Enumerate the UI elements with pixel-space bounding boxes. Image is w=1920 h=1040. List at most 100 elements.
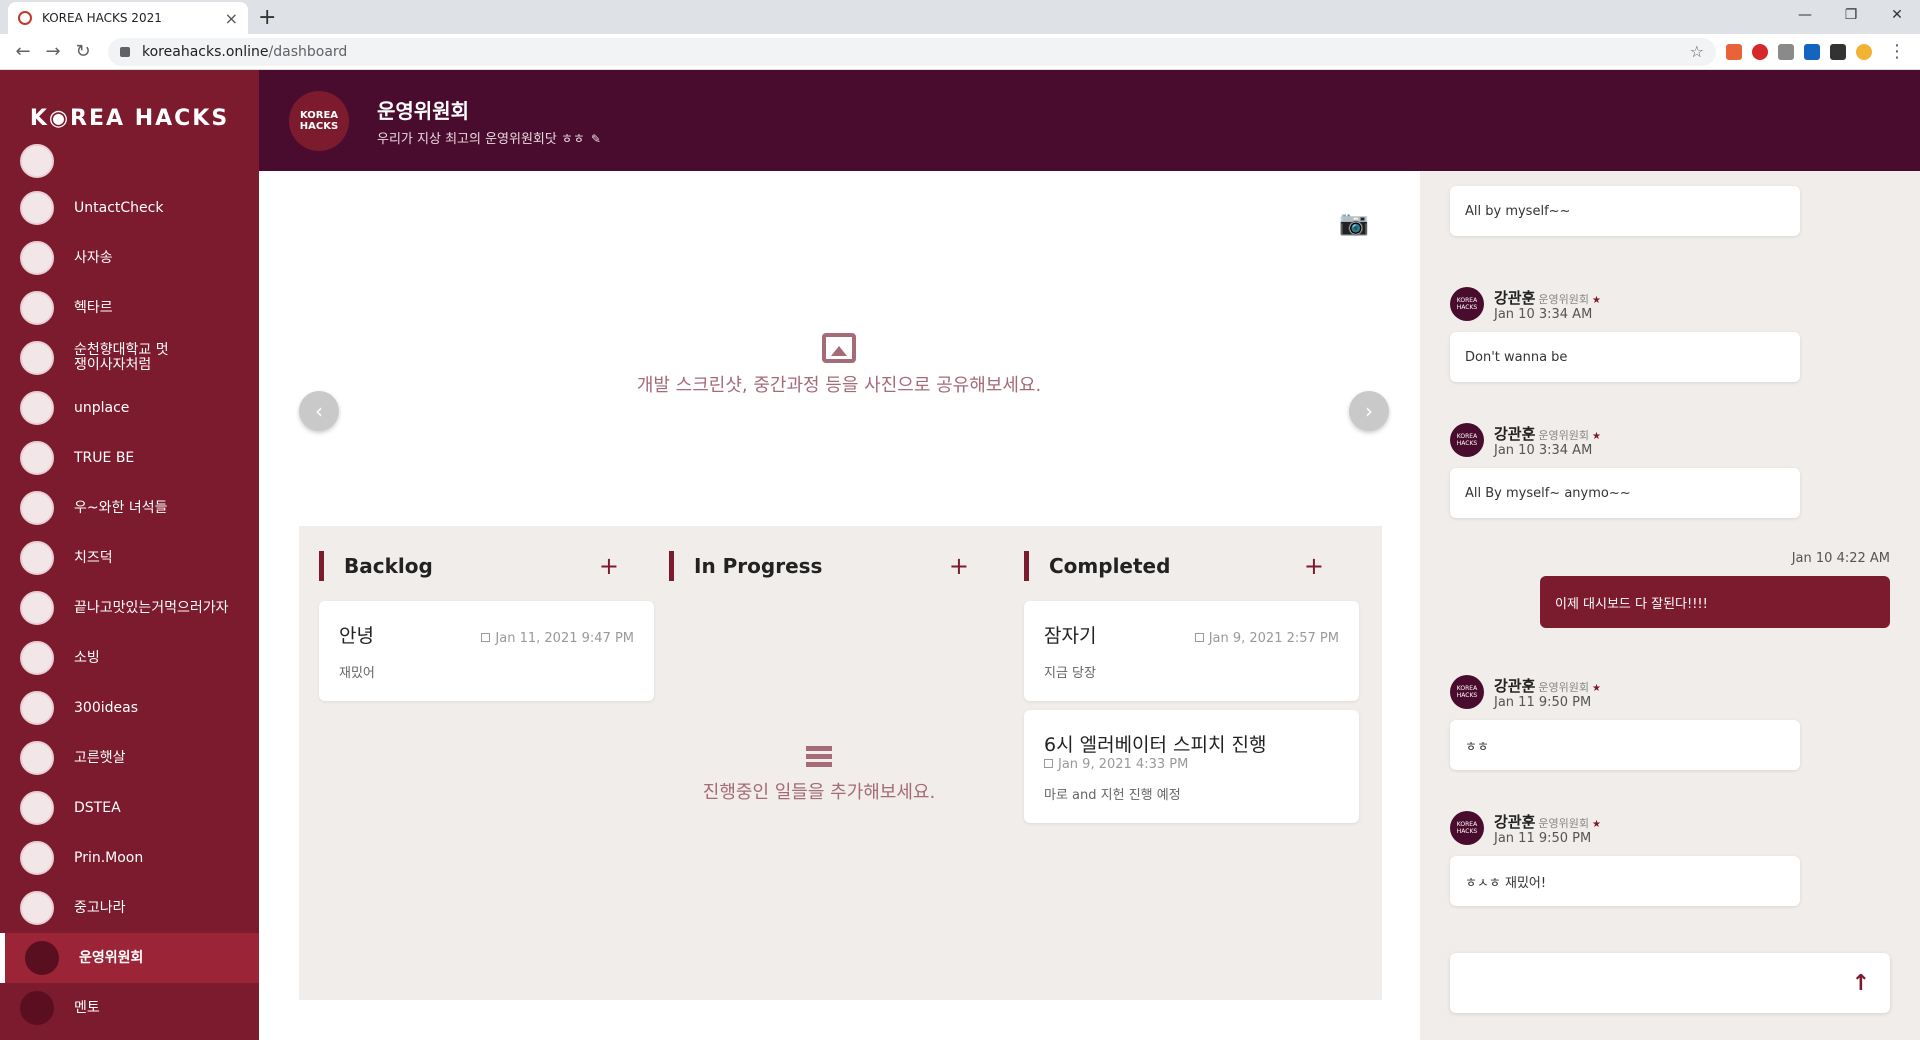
author-avatar: KOREA HACKS (1450, 811, 1484, 845)
team-item[interactable]: 순천향대학교 멋쟁이사자처럼 (0, 333, 259, 383)
main-area: KOREA HACKS 운영위원회 우리가 지상 최고의 운영위원회닷 ㅎㅎ ✎ … (259, 70, 1920, 1040)
team-item[interactable]: Prin.Moon (0, 833, 259, 883)
team-avatar (25, 941, 59, 975)
team-name: UntactCheck (74, 199, 164, 216)
team-avatar (20, 241, 54, 275)
chat-message: KOREA HACKS 강관훈 운영위원회 ★ Jan 10 3:34 AM All… (1450, 422, 1920, 518)
chat-input[interactable]: ↑ (1450, 953, 1890, 1013)
url-input[interactable]: koreahacks.online/dashboard ☆ (108, 37, 1716, 66)
team-name: Prin.Moon (74, 849, 144, 866)
reload-icon[interactable]: ↻ (68, 41, 98, 62)
team-item[interactable]: 헥타르 (0, 283, 259, 333)
team-list: UntactCheck 사자송 헥타르 순천향대학교 멋쟁이사자처럼 unpla… (0, 144, 259, 1033)
url-path: /dashboard (268, 43, 348, 60)
team-item[interactable]: 300ideas (0, 683, 259, 733)
team-avatar (20, 144, 54, 178)
calendar-icon (1044, 759, 1053, 768)
team-subtitle: 우리가 지상 최고의 운영위원회닷 ㅎㅎ ✎ (377, 128, 601, 147)
dashboard-content: 📷 개발 스크린샷, 중간과정 등을 사진으로 공유해보세요. ‹ › Back… (259, 171, 1420, 1040)
send-arrow-icon[interactable]: ↑ (1852, 971, 1870, 996)
team-name: 중고나라 (74, 899, 126, 916)
team-name: 헥타르 (74, 299, 113, 316)
team-logo: KOREA HACKS (289, 90, 349, 151)
gallery-prev-button[interactable]: ‹ (299, 391, 339, 431)
star-icon: ★ (1592, 683, 1601, 694)
message-time: Jan 10 3:34 AM (1494, 443, 1593, 458)
team-avatar (20, 391, 54, 425)
star-icon: ★ (1592, 431, 1601, 442)
close-window-icon[interactable]: ✕ (1874, 0, 1920, 30)
close-icon[interactable]: × (225, 9, 238, 28)
kanban-board: Backlog + 안녕 Jan 11, 2021 9:47 PM 재밌어 In… (299, 526, 1382, 1000)
add-card-button[interactable]: + (1304, 552, 1324, 580)
card-date: Jan 11, 2021 9:47 PM (481, 631, 634, 646)
column-completed: Completed + 잠자기 Jan 9, 2021 2:57 PM 지금 당… (1004, 526, 1359, 1000)
team-header: KOREA HACKS 운영위원회 우리가 지상 최고의 운영위원회닷 ㅎㅎ ✎ (259, 70, 1920, 171)
extension-icon[interactable] (1726, 43, 1742, 60)
add-photo-camera-icon[interactable]: 📷 (1339, 209, 1369, 237)
task-card[interactable]: 잠자기 Jan 9, 2021 2:57 PM 지금 당장 (1024, 601, 1359, 701)
team-item[interactable]: 멘토 (0, 983, 259, 1033)
gallery-empty-state: 개발 스크린샷, 중간과정 등을 사진으로 공유해보세요. (299, 333, 1379, 397)
team-item[interactable]: unplace (0, 383, 259, 433)
back-icon[interactable]: ← (8, 41, 38, 62)
team-item[interactable]: TRUE BE (0, 433, 259, 483)
team-item[interactable]: 소빙 (0, 633, 259, 683)
task-card[interactable]: 안녕 Jan 11, 2021 9:47 PM 재밌어 (319, 601, 654, 701)
team-item-active[interactable]: 운영위원회 (0, 933, 259, 983)
minimize-icon[interactable]: — (1782, 0, 1828, 30)
team-avatar (20, 691, 54, 725)
chat-message: KOREA HACKS 강관훈 운영위원회 ★ Jan 10 3:34 AM Don… (1450, 286, 1920, 382)
column-backlog: Backlog + 안녕 Jan 11, 2021 9:47 PM 재밌어 (299, 526, 654, 1000)
bookmark-star-icon[interactable]: ☆ (1690, 42, 1704, 61)
star-icon: ★ (1592, 295, 1601, 306)
team-item[interactable]: 사자송 (0, 233, 259, 283)
maximize-icon[interactable]: ❐ (1828, 0, 1874, 30)
team-item[interactable]: 끝나고맛있는거먹으러가자 (0, 583, 259, 633)
column-header: Completed + (1024, 551, 1324, 581)
list-icon (806, 746, 832, 768)
task-card[interactable]: 6시 엘러베이터 스피치 진행 Jan 9, 2021 4:33 PM 마로 a… (1024, 710, 1359, 823)
extension-icons: ⋮ (1726, 41, 1912, 62)
add-card-button[interactable]: + (599, 552, 619, 580)
team-item-partial[interactable] (0, 144, 259, 183)
adblock-icon[interactable] (1752, 43, 1768, 60)
edit-pencil-icon[interactable]: ✎ (591, 132, 601, 146)
extension-icon[interactable] (1804, 43, 1820, 60)
team-avatar (20, 191, 54, 225)
card-title: 잠자기 (1044, 625, 1097, 647)
team-item[interactable]: 고른햇살 (0, 733, 259, 783)
team-item[interactable]: 중고나라 (0, 883, 259, 933)
photo-gallery: 📷 개발 스크린샷, 중간과정 등을 사진으로 공유해보세요. ‹ › (299, 171, 1389, 526)
card-description: 재밌어 (339, 666, 375, 681)
team-avatar (20, 891, 54, 925)
team-name: 300ideas (74, 699, 138, 716)
app: K◉REA HACKS UntactCheck 사자송 헥타르 순천향대학교 멋… (0, 70, 1920, 1040)
team-chat: All by myself~~ KOREA HACKS 강관훈 운영위원회 ★ Ja… (1420, 171, 1920, 1040)
team-name: 소빙 (74, 649, 100, 666)
team-item[interactable]: DSTEA (0, 783, 259, 833)
new-tab-button[interactable]: + (258, 5, 276, 30)
team-item[interactable]: 치즈덕 (0, 533, 259, 583)
gallery-empty-text: 개발 스크린샷, 중간과정 등을 사진으로 공유해보세요. (636, 375, 1042, 396)
column-header: In Progress + (669, 551, 969, 581)
extension-icon[interactable] (1778, 43, 1794, 60)
card-date: Jan 9, 2021 4:33 PM (1044, 757, 1339, 772)
profile-avatar[interactable] (1856, 43, 1872, 60)
team-name: 고른햇살 (74, 749, 126, 766)
gallery-next-button[interactable]: › (1349, 391, 1389, 431)
chat-bubble: All By myself~ anymo~~ (1450, 468, 1800, 518)
team-avatar (20, 991, 54, 1025)
team-avatar (20, 841, 54, 875)
menu-kebab-icon[interactable]: ⋮ (1882, 41, 1912, 62)
team-item[interactable]: 우~와한 녀석들 (0, 483, 259, 533)
forward-icon[interactable]: → (38, 41, 68, 62)
message-author: 강관훈 (1494, 425, 1536, 443)
calendar-icon (1194, 633, 1204, 642)
team-avatar (20, 341, 54, 375)
browser-tab[interactable]: KOREA HACKS 2021 × (8, 2, 248, 34)
team-item[interactable]: UntactCheck (0, 183, 259, 233)
puzzle-icon[interactable] (1830, 43, 1846, 60)
add-card-button[interactable]: + (949, 552, 969, 580)
message-time: Jan 11 9:50 PM (1494, 695, 1592, 710)
